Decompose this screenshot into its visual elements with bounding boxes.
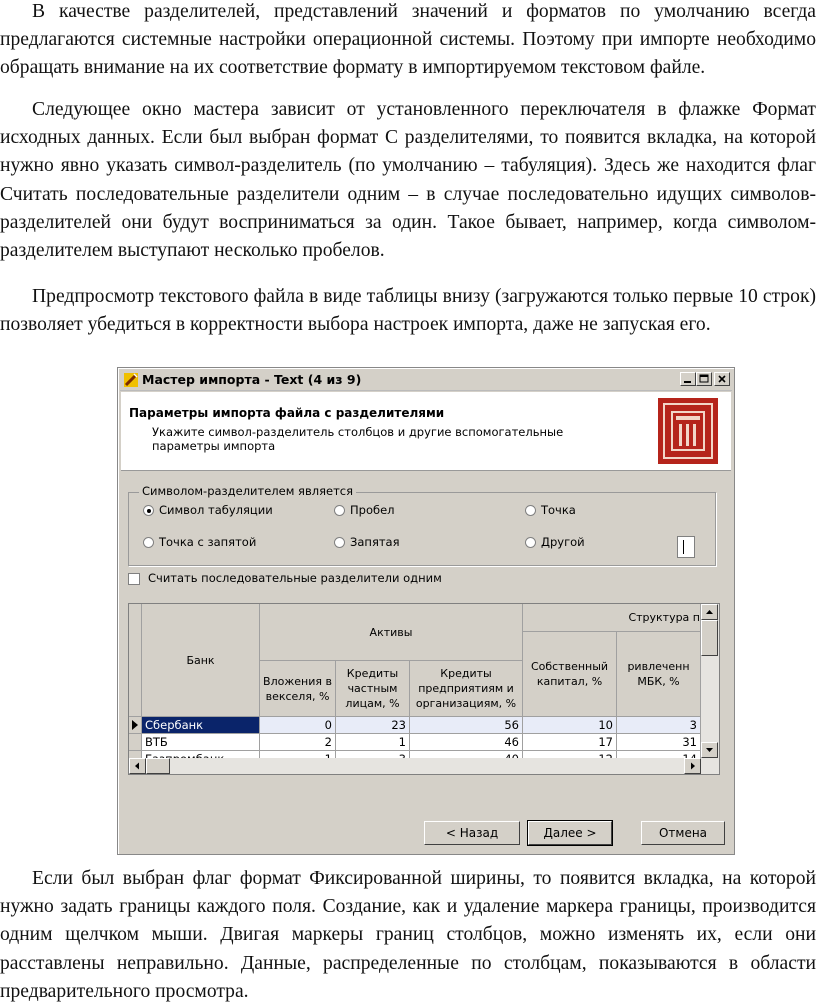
separator-groupbox: Символом-разделителем является Символ та… (128, 484, 716, 566)
table-cell[interactable]: 23 (336, 717, 410, 734)
consecutive-separators-label: Считать последовательные разделители одн… (148, 571, 442, 585)
minimize-button[interactable] (680, 372, 696, 386)
table-cell[interactable]: 56 (410, 717, 523, 734)
import-wizard-dialog: Мастер импорта - Text (4 из 9) Параметры… (117, 367, 735, 855)
scroll-right-icon (691, 762, 695, 770)
scroll-down-icon (706, 748, 713, 752)
header-col1[interactable]: Вложения в векселя, % (260, 661, 336, 717)
table-cell[interactable]: 46 (410, 734, 523, 751)
minimize-icon (684, 381, 691, 383)
row-pointer (129, 717, 142, 734)
header-col3[interactable]: Кредиты предприятиям и организациям, % (410, 661, 523, 717)
table-import-logo (658, 398, 718, 464)
scroll-up-button[interactable] (701, 604, 718, 620)
scroll-left-button[interactable] (129, 758, 146, 774)
vertical-scroll-thumb[interactable] (701, 620, 718, 656)
maximize-icon (699, 374, 709, 383)
table-cell[interactable]: 17 (523, 734, 617, 751)
row-indicator-header (129, 604, 142, 717)
paragraph-2: Следующее окно мастера зависит от устано… (0, 99, 816, 262)
scroll-left-icon (135, 762, 139, 770)
document-page: В качестве разделителей, представлений з… (0, 0, 816, 1002)
header-col2[interactable]: Кредиты частным лицам, % (336, 661, 410, 717)
table-cell[interactable]: 0 (260, 717, 336, 734)
separator-group-legend: Символом-разделителем является (139, 484, 357, 498)
header-bank[interactable]: Банк (142, 604, 260, 717)
header-col4[interactable]: Собственный капитал, % (523, 632, 617, 717)
vertical-scrollbar[interactable] (701, 604, 719, 758)
header-title: Параметры импорта файла с разделителями (129, 406, 445, 420)
paragraph-1: В качестве разделителей, представлений з… (0, 1, 816, 79)
paragraph-4: Если был выбран флаг формат Фиксированно… (0, 868, 816, 1002)
table-cell[interactable]: 1 (336, 734, 410, 751)
table-cell[interactable]: 31 (617, 734, 701, 751)
table-cell[interactable]: 10 (523, 717, 617, 734)
close-icon (718, 375, 726, 383)
header-subtitle: Укажите символ-разделитель столбцов и др… (152, 425, 564, 453)
window-title: Мастер импорта - Text (4 из 9) (142, 372, 362, 387)
next-button[interactable]: Далее > (527, 820, 613, 846)
row-indicator (129, 734, 142, 751)
header-structure[interactable]: Структура п (523, 604, 701, 632)
header-col5[interactable]: ривлеченн МБК, % (617, 632, 701, 717)
wand-icon (124, 373, 138, 387)
scroll-down-button[interactable] (701, 742, 718, 758)
table-cell[interactable]: Сбербанк (142, 717, 260, 734)
row-pointer-icon (132, 720, 138, 730)
cancel-button[interactable]: Отмена (641, 821, 725, 845)
back-button[interactable]: < Назад (424, 821, 520, 845)
other-separator-input[interactable] (677, 536, 695, 558)
maximize-button[interactable] (696, 372, 712, 386)
preview-grid[interactable]: Банк Активы Структура п Вложения в вексе… (128, 603, 720, 775)
table-cell[interactable]: ВТБ (142, 734, 260, 751)
header-assets[interactable]: Активы (260, 604, 523, 661)
title-bar: Мастер импорта - Text (4 из 9) (120, 370, 732, 391)
wizard-header: Параметры импорта файла с разделителями … (121, 392, 731, 471)
table-cell[interactable]: 3 (617, 717, 701, 734)
scroll-right-button[interactable] (684, 758, 701, 774)
paragraph-3: Предпросмотр текстового файла в виде таб… (0, 286, 816, 336)
scroll-up-icon (706, 610, 713, 614)
close-button[interactable] (714, 372, 730, 386)
horizontal-scrollbar[interactable] (129, 758, 719, 774)
horizontal-scroll-thumb[interactable] (146, 758, 170, 774)
table-cell[interactable]: 2 (260, 734, 336, 751)
